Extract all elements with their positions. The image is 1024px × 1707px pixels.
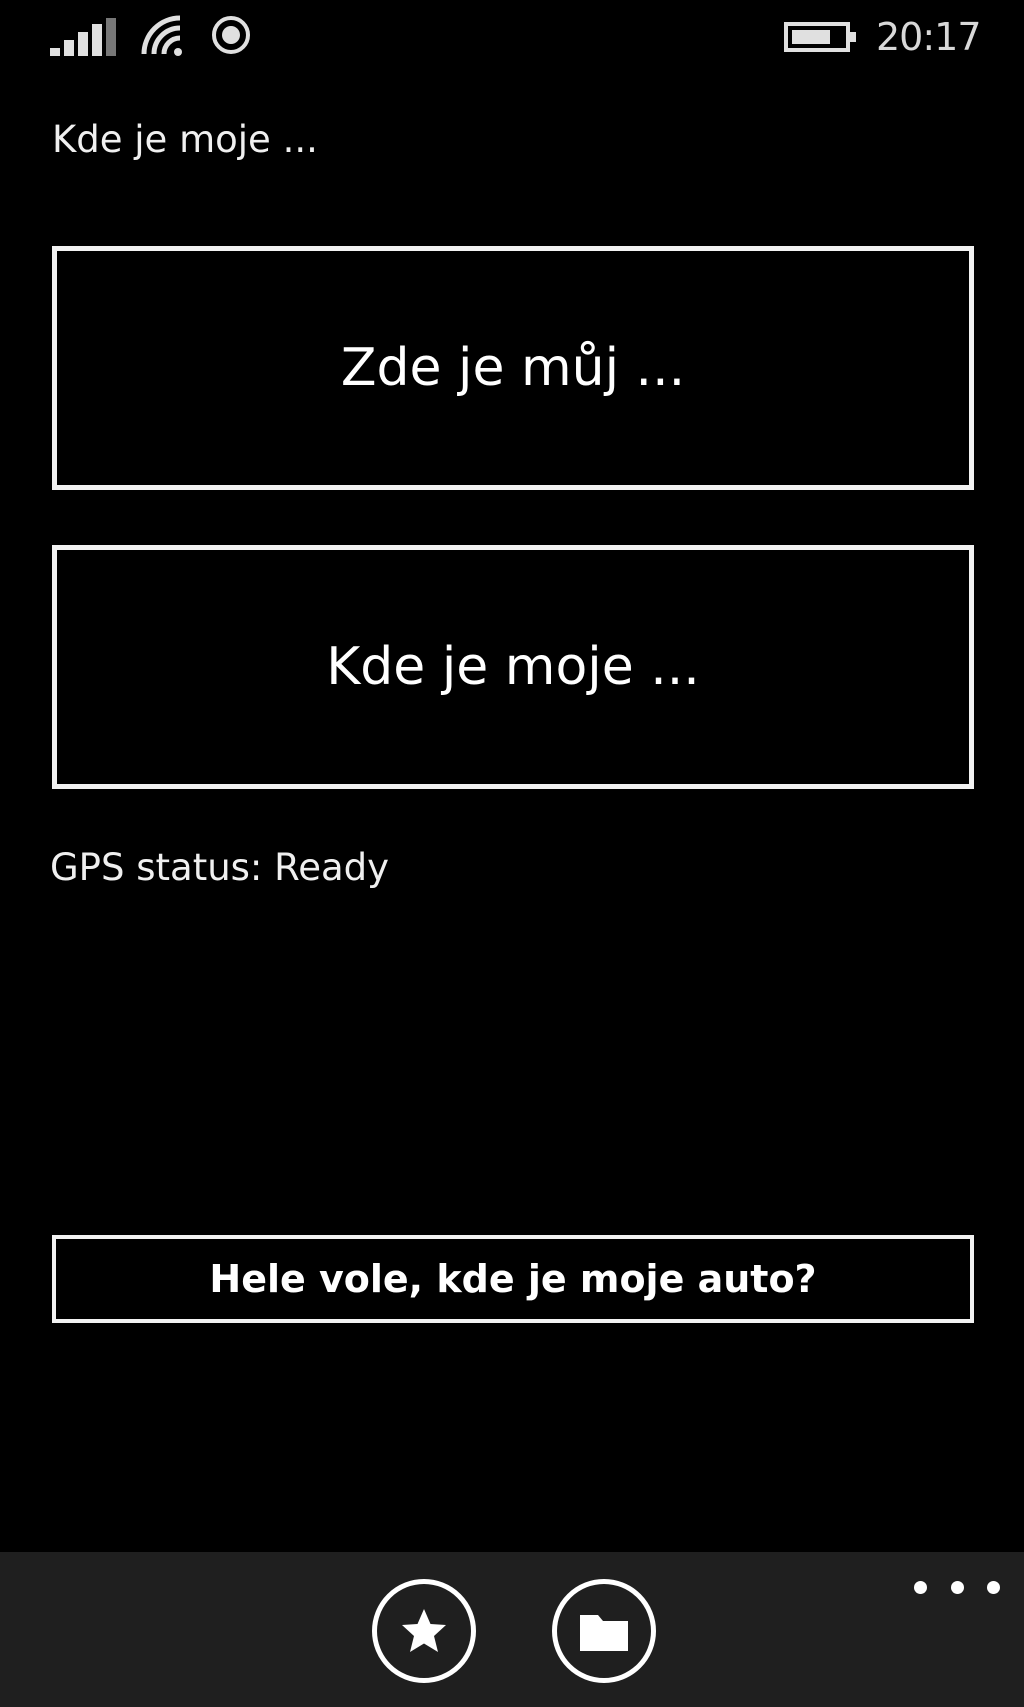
where-is-my-label: Kde je moje ...: [326, 637, 700, 697]
wifi-icon: [141, 15, 182, 56]
status-bar: 20:17: [0, 0, 1024, 72]
app-screen: 20:17 Kde je moje ... Zde je můj ... Kde…: [0, 0, 1024, 1707]
folder-icon: [580, 1615, 628, 1651]
app-bar: [0, 1552, 1024, 1707]
ellipsis-icon: [914, 1580, 927, 1594]
location-icon: [212, 16, 250, 54]
here-is-my-label: Zde je můj ...: [340, 338, 686, 398]
where-is-my-button[interactable]: Kde je moje ...: [52, 545, 974, 789]
find-car-button[interactable]: Hele vole, kde je moje auto?: [52, 1235, 974, 1323]
favorite-button[interactable]: [372, 1579, 476, 1683]
page-title: Kde je moje ...: [52, 118, 318, 161]
status-time: 20:17: [876, 15, 982, 59]
find-car-label: Hele vole, kde je moje auto?: [209, 1257, 817, 1301]
star-icon: [402, 1609, 446, 1652]
here-is-my-button[interactable]: Zde je můj ...: [52, 246, 974, 490]
signal-icon: [50, 18, 116, 56]
folder-button[interactable]: [552, 1579, 656, 1683]
more-options-button[interactable]: [914, 1572, 1000, 1602]
gps-status-text: GPS status: Ready: [50, 846, 390, 889]
battery-icon: [784, 22, 856, 52]
ellipsis-icon: [950, 1580, 964, 1594]
ellipsis-icon: [987, 1580, 1000, 1594]
